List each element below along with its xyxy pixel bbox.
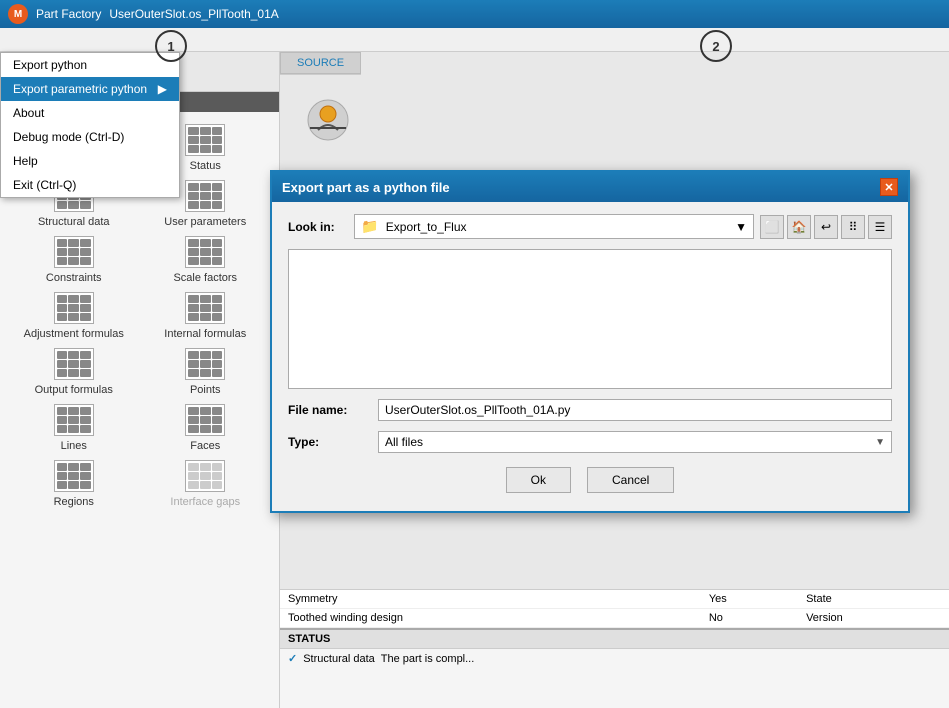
output-formulas-icon	[54, 348, 94, 380]
adjustment-formulas-icon	[54, 292, 94, 324]
list-view-button[interactable]: ⠿	[841, 215, 865, 239]
file-browser[interactable]	[288, 249, 892, 389]
constraints-label: Constraints	[46, 272, 102, 284]
lookin-tools: ⬜ 🏠 ↩ ⠿ ☰	[760, 215, 892, 239]
lookin-combo[interactable]: 📁 Export_to_Flux ▼	[354, 214, 754, 239]
app-title: Part Factory	[36, 7, 101, 21]
data-item-output-formulas[interactable]: Output formulas	[12, 348, 136, 396]
menu-debug-mode[interactable]: Debug mode (Ctrl-D)	[1, 125, 179, 149]
internal-formulas-icon	[185, 292, 225, 324]
regions-icon	[54, 460, 94, 492]
data-item-adjustment-formulas[interactable]: Adjustment formulas	[12, 292, 136, 340]
new-folder-button[interactable]: ⬜	[760, 215, 784, 239]
data-item-constraints[interactable]: Constraints	[12, 236, 136, 284]
dialog-titlebar: Export part as a python file ✕	[272, 172, 908, 202]
menu-export-python[interactable]: Export python	[1, 53, 179, 77]
data-item-internal-formulas[interactable]: Internal formulas	[144, 292, 268, 340]
lookin-label: Look in:	[288, 220, 348, 234]
ok-button[interactable]: Ok	[506, 467, 571, 493]
dialog-body: Look in: 📁 Export_to_Flux ▼ ⬜ 🏠 ↩ ⠿ ☰	[272, 202, 908, 511]
interface-gaps-icon	[185, 460, 225, 492]
data-item-lines[interactable]: Lines	[12, 404, 136, 452]
status-header: STATUS	[280, 630, 949, 649]
row-state-symmetry: State	[798, 590, 949, 609]
lookin-dropdown-arrow: ▼	[735, 220, 747, 234]
type-label: Type:	[288, 435, 368, 449]
interface-gaps-label: Interface gaps	[170, 496, 240, 508]
filename-label: File name:	[288, 403, 368, 417]
source-tab-area: SOURCE	[280, 52, 361, 75]
lines-icon	[54, 404, 94, 436]
app-subtitle: UserOuterSlot.os_PllTooth_01A	[109, 7, 278, 21]
filename-input[interactable]	[378, 399, 892, 421]
dialog-close-button[interactable]: ✕	[880, 178, 898, 196]
status-icon	[185, 124, 225, 156]
menu-help[interactable]: Help	[1, 149, 179, 173]
source-tool-icon	[300, 92, 355, 147]
points-icon	[185, 348, 225, 380]
check-icon: ✓	[288, 652, 297, 665]
type-select[interactable]: All files ▼	[378, 431, 892, 453]
data-item-points[interactable]: Points	[144, 348, 268, 396]
internal-formulas-label: Internal formulas	[164, 328, 246, 340]
row-label-winding: Toothed winding design	[280, 609, 655, 628]
source-icon-area	[300, 92, 360, 152]
table-row: Symmetry Yes State	[280, 590, 949, 609]
folder-icon: 📁	[361, 218, 378, 234]
menu-bar: Export python Export parametric python ▶…	[0, 28, 949, 52]
lookin-row: Look in: 📁 Export_to_Flux ▼ ⬜ 🏠 ↩ ⠿ ☰	[288, 214, 892, 239]
faces-icon	[185, 404, 225, 436]
row-label-symmetry: Symmetry	[280, 590, 655, 609]
regions-label: Regions	[54, 496, 94, 508]
status-row: ✓ Structural data The part is compl...	[280, 649, 949, 668]
menu-export-parametric-python[interactable]: Export parametric python ▶	[1, 77, 179, 101]
source-tab[interactable]: SOURCE	[280, 52, 361, 74]
constraints-icon	[54, 236, 94, 268]
status-label: Status	[190, 160, 221, 172]
structural-label: Structural data	[38, 216, 110, 228]
dialog-buttons: Ok Cancel	[288, 461, 892, 499]
faces-label: Faces	[190, 440, 220, 452]
menu-about[interactable]: About	[1, 101, 179, 125]
app-logo: M	[8, 4, 28, 24]
data-item-interface-gaps: Interface gaps	[144, 460, 268, 508]
dialog-title: Export part as a python file	[282, 180, 450, 195]
cancel-button[interactable]: Cancel	[587, 467, 674, 493]
lines-label: Lines	[61, 440, 87, 452]
filename-row: File name:	[288, 399, 892, 421]
table-row: Toothed winding design No Version	[280, 609, 949, 628]
back-button[interactable]: ↩	[814, 215, 838, 239]
dropdown-menu[interactable]: Export python Export parametric python ▶…	[0, 52, 180, 198]
data-item-faces[interactable]: Faces	[144, 404, 268, 452]
row-version-winding: Version	[798, 609, 949, 628]
right-data-table: Symmetry Yes State Toothed winding desig…	[280, 589, 949, 628]
user-parameters-icon	[185, 180, 225, 212]
row-value-symmetry: Yes	[701, 590, 798, 609]
status-structural-note: The part is compl...	[381, 653, 475, 665]
scale-factors-label: Scale factors	[173, 272, 237, 284]
detail-view-button[interactable]: ☰	[868, 215, 892, 239]
status-structural-label: Structural data	[303, 653, 375, 665]
status-section: STATUS ✓ Structural data The part is com…	[280, 628, 949, 708]
user-parameters-label: User parameters	[164, 216, 246, 228]
export-dialog: Export part as a python file ✕ Look in: …	[270, 170, 910, 513]
scale-factors-icon	[185, 236, 225, 268]
type-dropdown-arrow: ▼	[875, 437, 885, 448]
home-button[interactable]: 🏠	[787, 215, 811, 239]
adjustment-formulas-label: Adjustment formulas	[24, 328, 124, 340]
title-bar: M Part Factory UserOuterSlot.os_PllTooth…	[0, 0, 949, 28]
row-value-winding: No	[701, 609, 798, 628]
type-row: Type: All files ▼	[288, 431, 892, 453]
data-item-scale-factors[interactable]: Scale factors	[144, 236, 268, 284]
points-label: Points	[190, 384, 221, 396]
data-item-regions[interactable]: Regions	[12, 460, 136, 508]
output-formulas-label: Output formulas	[35, 384, 113, 396]
menu-exit[interactable]: Exit (Ctrl-Q)	[1, 173, 179, 197]
